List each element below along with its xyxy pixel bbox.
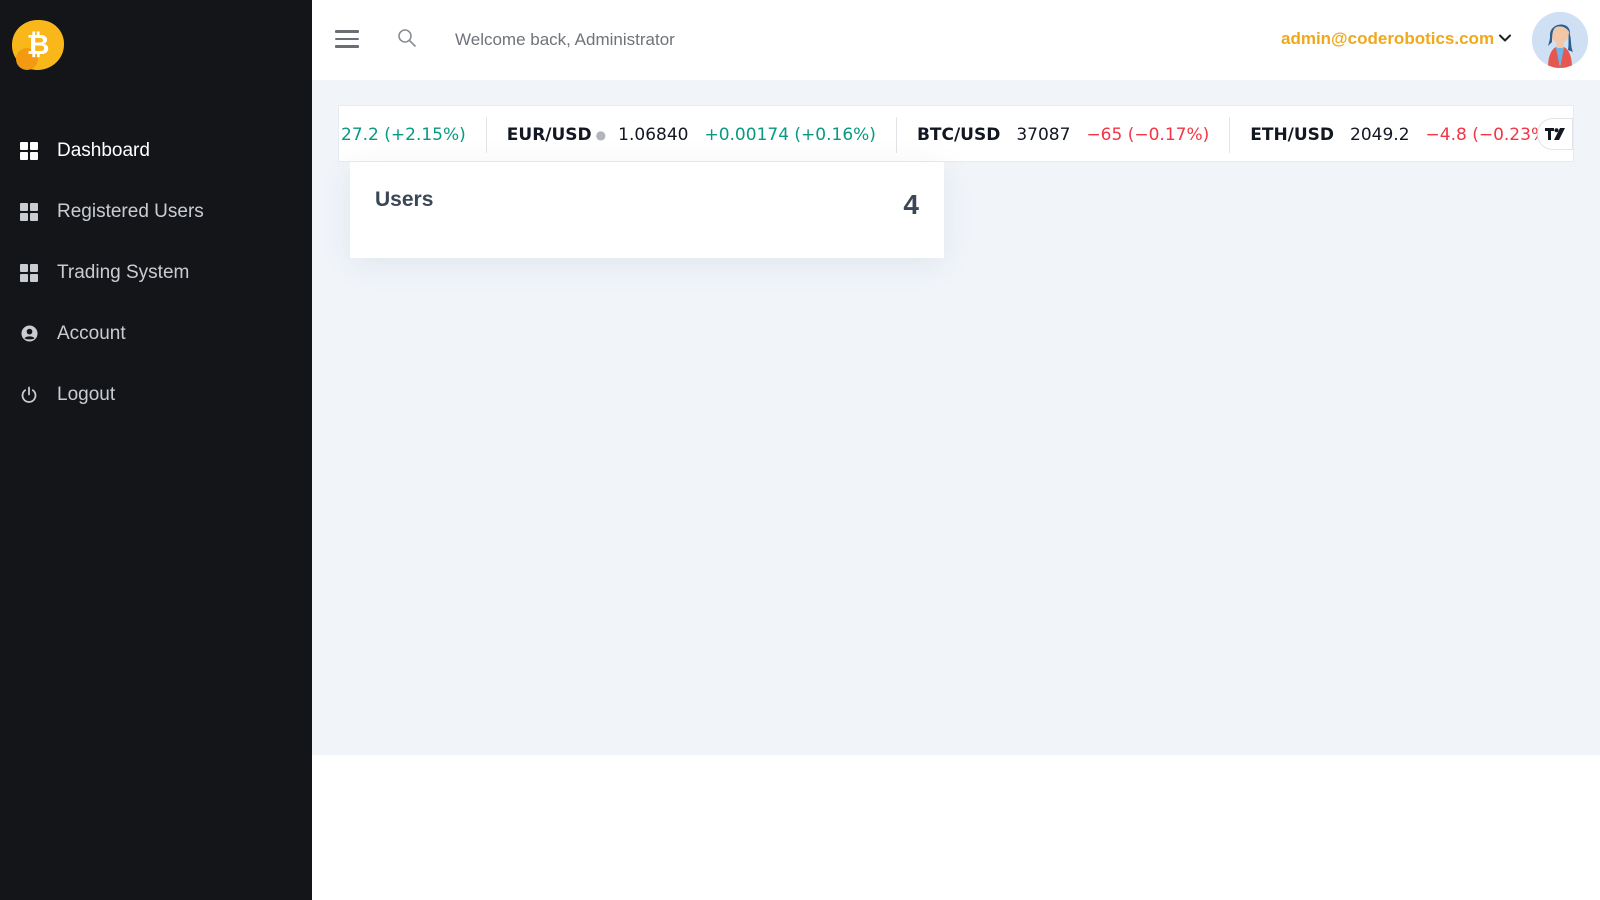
sidebar-item-dashboard[interactable]: Dashboard [0, 120, 312, 181]
ticker-item[interactable]: BTC/USD 37087 −65 (−0.17%) [897, 116, 1231, 153]
search-icon[interactable] [397, 28, 417, 48]
tradingview-logo-icon[interactable] [1537, 118, 1573, 150]
ticker-tape-widget[interactable]: 27.2 (+2.15%) EUR/USD ● 1.06840 +0.00174… [338, 105, 1574, 162]
ticker-item[interactable]: 27.2 (+2.15%) [341, 116, 487, 153]
ticker-change: −4.8 (−0.23%) [1425, 124, 1554, 145]
sidebar-item-registered-users[interactable]: Registered Users [0, 181, 312, 242]
hamburger-menu-icon[interactable] [335, 30, 359, 50]
sidebar-item-label: Account [57, 322, 126, 344]
card-value: 4 [903, 189, 919, 220]
ticker-price: 1.06840 [618, 124, 689, 145]
sidebar-item-label: Registered Users [57, 200, 204, 222]
card-title: Users [375, 188, 434, 211]
sidebar-item-logout[interactable]: Logout [0, 364, 312, 425]
ticker-track: 27.2 (+2.15%) EUR/USD ● 1.06840 +0.00174… [341, 106, 1573, 161]
sidebar-item-account[interactable]: Account [0, 303, 312, 364]
avatar[interactable] [1532, 12, 1588, 68]
sidebar-item-label: Logout [57, 383, 116, 405]
top-header: Welcome back, Administrator admin@codero… [312, 0, 1600, 80]
grid-icon [20, 263, 38, 282]
ticker-change: 27.2 (+2.15%) [341, 124, 466, 145]
ticker-symbol: BTC/USD [916, 124, 1001, 145]
ticker-change: +0.00174 (+0.16%) [704, 124, 876, 145]
user-email-dropdown[interactable]: admin@coderobotics.com [1281, 29, 1494, 49]
grid-icon [20, 202, 38, 221]
chevron-down-icon[interactable] [1497, 30, 1513, 46]
main-content: 27.2 (+2.15%) EUR/USD ● 1.06840 +0.00174… [312, 80, 1600, 755]
sidebar-item-label: Dashboard [57, 139, 150, 161]
power-icon [20, 386, 38, 404]
welcome-message: Welcome back, Administrator [455, 30, 675, 49]
grid-icon [20, 141, 38, 160]
users-stat-card: Users 4 [350, 162, 944, 258]
sidebar: ₿ Dashboard Registered Users Trading Sys… [0, 0, 312, 900]
ticker-item[interactable]: ETH/USD 2049.2 −4.8 (−0.23%) [1230, 117, 1573, 153]
sidebar-item-label: Trading System [57, 261, 190, 283]
sidebar-nav: Dashboard Registered Users Trading Syste… [0, 120, 312, 425]
ticker-price: 2049.2 [1350, 124, 1410, 145]
dot-icon: ● [595, 127, 607, 142]
sidebar-item-trading-system[interactable]: Trading System [0, 242, 312, 303]
ticker-symbol: ETH/USD [1250, 124, 1335, 145]
bitcoin-logo-icon[interactable]: ₿ [12, 20, 66, 72]
ticker-price: 37087 [1016, 124, 1071, 145]
user-circle-icon [20, 325, 38, 343]
ticker-change: −65 (−0.17%) [1086, 124, 1210, 145]
logo-symbol: ₿ [26, 29, 50, 60]
ticker-symbol: EUR/USD [506, 124, 592, 145]
ticker-item[interactable]: EUR/USD ● 1.06840 +0.00174 (+0.16%) [487, 116, 897, 153]
